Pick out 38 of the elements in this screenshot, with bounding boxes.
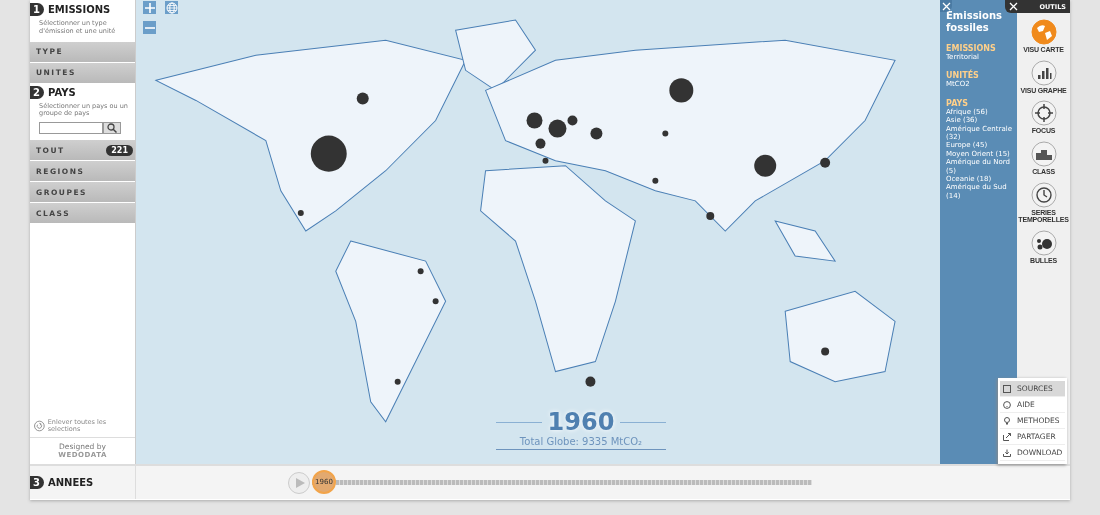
step-number: 3 [30, 476, 44, 489]
step-number: 2 [30, 85, 44, 99]
help-icon [1003, 400, 1011, 409]
bar-chart-icon [1030, 59, 1057, 86]
total-label: Total Globe: 9335 MtCO₂ [496, 436, 666, 450]
count-badge: 221 [106, 144, 133, 156]
zoom-in-button[interactable] [143, 1, 156, 14]
year-label: 1960 [547, 408, 615, 436]
globe-icon [1030, 19, 1057, 45]
bubbles-icon [1030, 230, 1057, 257]
globe-icon [165, 1, 178, 14]
download-icon [1003, 448, 1011, 457]
globe-button[interactable] [165, 1, 178, 14]
step-number: 1 [30, 3, 44, 16]
close-icon[interactable] [1009, 2, 1018, 11]
crosshair-icon [1030, 100, 1057, 127]
podium-icon [1030, 141, 1057, 168]
zoom-out-button[interactable] [143, 21, 156, 34]
document-icon [1003, 384, 1011, 393]
search-icon [107, 123, 117, 134]
group-heading: PAYS [946, 98, 970, 108]
close-icon [941, 1, 951, 11]
search-field[interactable] [39, 122, 103, 135]
play-button[interactable] [288, 471, 310, 494]
group-heading: EMISSIONS [946, 44, 997, 53]
reset-icon[interactable] [34, 419, 45, 432]
search-button[interactable] [103, 122, 121, 135]
clock-icon [1030, 181, 1057, 208]
section-title: ANNEES [47, 477, 94, 488]
plus-icon [144, 2, 155, 13]
section-title: EMISSIONS [47, 4, 111, 15]
group-heading: UNITÉS [946, 71, 980, 81]
section-title: PAYS [47, 86, 76, 98]
lightbulb-icon [1003, 416, 1011, 425]
play-icon [295, 477, 305, 488]
panel-title: Emissions fossiles [946, 10, 1003, 34]
close-button[interactable] [940, 0, 952, 12]
share-icon [1003, 432, 1011, 441]
